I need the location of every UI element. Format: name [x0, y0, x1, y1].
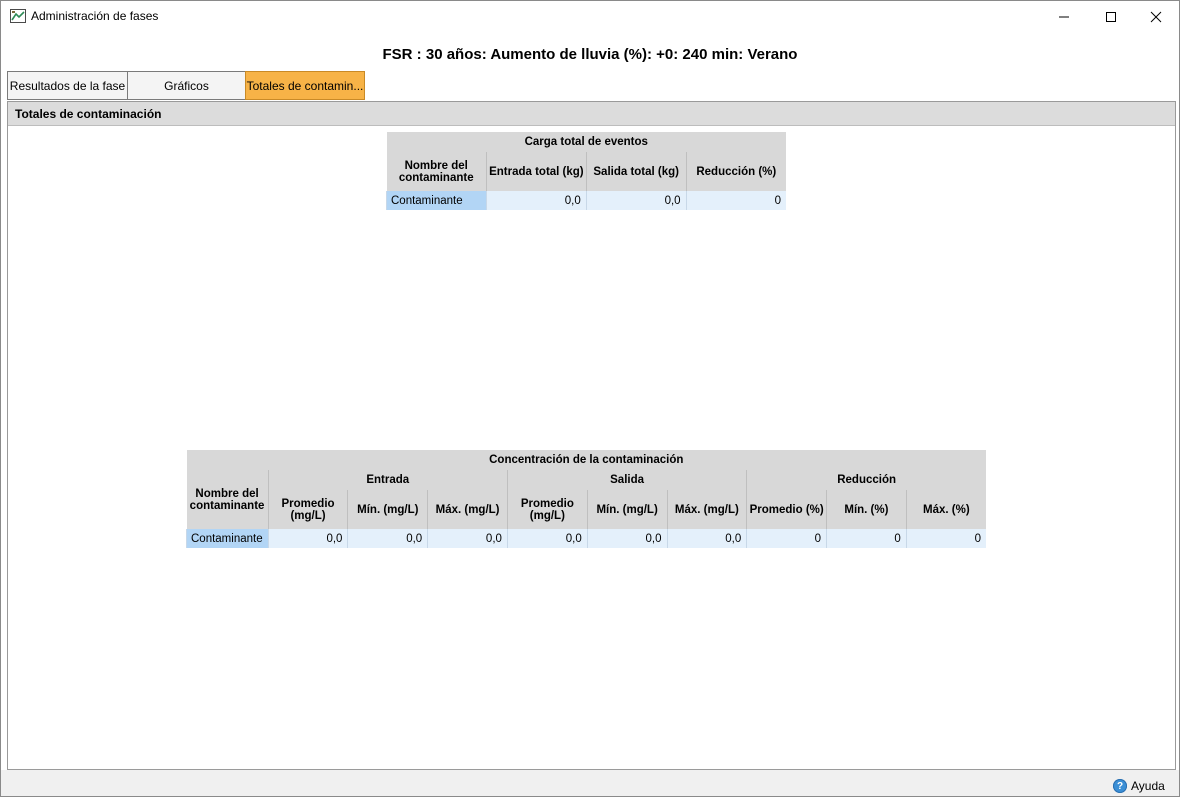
cell-output-avg[interactable]: 0,0 — [506, 529, 588, 548]
app-window: Administración de fases FSR : 30 años: A… — [0, 0, 1180, 797]
column-header-total-output: Salida total (kg) — [585, 152, 687, 191]
cell-pollutant-name[interactable]: Contaminante — [386, 191, 487, 210]
column-header-input-avg: Promedio (mg/L) — [267, 490, 348, 529]
cell-reduction-avg[interactable]: 0 — [746, 529, 827, 548]
title-bar[interactable]: Administración de fases — [1, 1, 1179, 32]
group-header-output: Salida — [506, 470, 747, 490]
maximize-icon — [1106, 11, 1116, 22]
table-row[interactable]: Contaminante 0,0 0,0 0,0 0,0 0,0 0,0 0 0… — [186, 529, 986, 548]
event-load-caption: Carga total de eventos — [386, 132, 786, 152]
column-header-input-min: Mín. (mg/L) — [347, 490, 428, 529]
help-label: Ayuda — [1131, 779, 1165, 793]
cell-input-min[interactable]: 0,0 — [347, 529, 428, 548]
column-header-reduction-avg: Promedio (%) — [746, 490, 827, 529]
status-bar: ? Ayuda — [1, 770, 1179, 796]
cell-output-min[interactable]: 0,0 — [586, 529, 667, 548]
minimize-icon — [1059, 16, 1069, 17]
column-header-reduction-max: Máx. (%) — [905, 490, 986, 529]
help-icon: ? — [1113, 779, 1127, 793]
cell-reduction[interactable]: 0 — [685, 191, 786, 210]
window-title: Administración de fases — [31, 9, 159, 23]
cell-output-max[interactable]: 0,0 — [666, 529, 747, 548]
column-header-output-max: Máx. (mg/L) — [666, 490, 747, 529]
section-header: Totales de contaminación — [8, 102, 1175, 126]
content-panel: Totales de contaminación Carga total de … — [7, 101, 1176, 770]
app-icon — [10, 9, 26, 23]
cell-total-output[interactable]: 0,0 — [585, 191, 687, 210]
section-title: Totales de contaminación — [15, 107, 162, 121]
maximize-button[interactable] — [1088, 1, 1134, 32]
tab-totales-contaminacion[interactable]: Totales de contamin... — [245, 71, 365, 100]
close-icon — [1150, 11, 1162, 22]
cell-reduction-min[interactable]: 0 — [826, 529, 907, 548]
cell-input-avg[interactable]: 0,0 — [267, 529, 348, 548]
help-button[interactable]: ? Ayuda — [1113, 779, 1165, 793]
tab-strip: Resultados de la fase Gráficos Totales d… — [7, 71, 365, 102]
cell-pollutant-name[interactable]: Contaminante — [186, 529, 269, 548]
cell-total-input[interactable]: 0,0 — [485, 191, 587, 210]
column-header-output-avg: Promedio (mg/L) — [506, 490, 588, 529]
column-header-name: Nombre del contaminante — [186, 470, 269, 529]
tab-graficos[interactable]: Gráficos — [127, 71, 245, 100]
table-row[interactable]: Contaminante 0,0 0,0 0 — [386, 191, 786, 210]
close-button[interactable] — [1133, 1, 1179, 32]
column-header-name: Nombre del contaminante — [386, 152, 487, 191]
cell-reduction-max[interactable]: 0 — [905, 529, 986, 548]
cell-input-max[interactable]: 0,0 — [427, 529, 508, 548]
phase-title: FSR : 30 años: Aumento de lluvia (%): +0… — [382, 46, 798, 63]
column-header-input-max: Máx. (mg/L) — [427, 490, 508, 529]
group-header-reduction: Reducción — [746, 470, 986, 490]
minimize-button[interactable] — [1041, 1, 1087, 32]
column-header-output-min: Mín. (mg/L) — [586, 490, 667, 529]
column-header-reduction: Reducción (%) — [685, 152, 786, 191]
group-header-input: Entrada — [267, 470, 508, 490]
event-load-table: Carga total de eventos Nombre del contam… — [386, 132, 786, 210]
tab-resultados-fase[interactable]: Resultados de la fase — [7, 71, 127, 100]
concentration-caption: Concentración de la contaminación — [186, 450, 986, 470]
concentration-table: Concentración de la contaminación Nombre… — [186, 450, 986, 548]
column-header-reduction-min: Mín. (%) — [826, 490, 907, 529]
column-header-total-input: Entrada total (kg) — [485, 152, 587, 191]
